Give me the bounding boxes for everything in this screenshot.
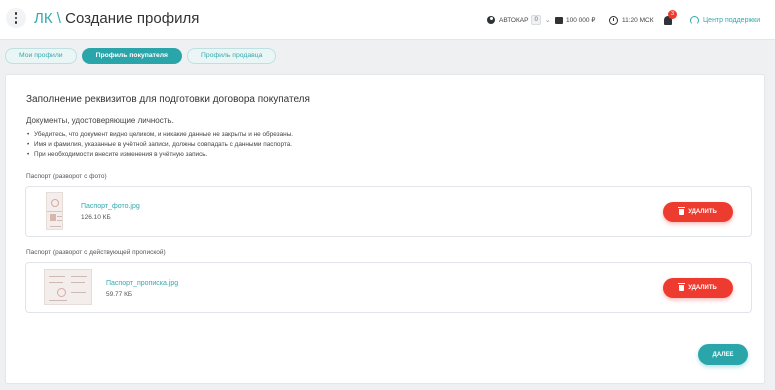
account-badge: 0: [531, 15, 541, 25]
tab-seller-profile[interactable]: Профиль продавца: [187, 48, 277, 64]
breadcrumb-current: Создание профиля: [65, 10, 200, 27]
requirements-list: Убедитесь, что документ видно целиком, и…: [26, 130, 293, 160]
tab-my-profiles[interactable]: Мои профили: [5, 48, 77, 64]
wallet-icon: [555, 16, 563, 24]
breadcrumb-separator: \: [56, 10, 61, 27]
next-button[interactable]: ДАЛЕЕ: [698, 344, 748, 365]
requirement-item: Убедитесь, что документ видно целиком, и…: [26, 130, 293, 140]
requirement-item: Имя и фамилия, указанные в учётной запис…: [26, 140, 293, 150]
delete-button[interactable]: УДАЛИТЬ: [663, 278, 733, 298]
user-icon: [487, 16, 495, 24]
page-title: ЛК \ Создание профиля: [34, 10, 199, 27]
profile-form-card: Заполнение реквизитов для подготовки дог…: [5, 74, 765, 384]
requirement-item: При необходимости внесите изменения в уч…: [26, 150, 293, 160]
trash-icon: [678, 283, 686, 291]
support-label: Центр поддержки: [703, 16, 761, 24]
file-name-link[interactable]: Паспорт_прописка.jpg: [106, 280, 178, 287]
delete-label: УДАЛИТЬ: [688, 209, 717, 215]
delete-label: УДАЛИТЬ: [688, 285, 717, 291]
file-size: 59.77 КБ: [106, 291, 133, 298]
delete-button[interactable]: УДАЛИТЬ: [663, 202, 733, 222]
account-switcher[interactable]: АВТОКАР 0 ⌄: [487, 0, 551, 40]
time-value: 11:20 МСК: [622, 16, 654, 24]
account-name: АВТОКАР: [499, 16, 529, 24]
clock-icon: [609, 15, 618, 25]
passport-photo-file: Паспорт_фото.jpg 126.10 КБ УДАЛИТЬ: [25, 186, 752, 237]
tab-buyer-profile[interactable]: Профиль покупателя: [81, 48, 183, 64]
passport-photo-label: Паспорт (разворот с фото): [26, 173, 107, 180]
headset-icon: [690, 15, 699, 25]
balance[interactable]: 100 000 ₽: [555, 0, 595, 40]
notifications-button[interactable]: [664, 0, 672, 40]
passport-photo-thumbnail[interactable]: [46, 192, 63, 230]
clock: 11:20 МСК: [609, 0, 653, 40]
breadcrumb-lk[interactable]: ЛК: [34, 10, 53, 27]
passport-registration-file: Паспорт_прописка.jpg 59.77 КБ УДАЛИТЬ: [25, 262, 752, 313]
trash-icon: [678, 207, 686, 215]
top-bar: ЛК \ Создание профиля АВТОКАР 0 ⌄ 100 00…: [0, 0, 775, 40]
passport-registration-thumbnail[interactable]: [44, 269, 92, 305]
profile-tabs: Мои профили Профиль покупателя Профиль п…: [5, 48, 277, 64]
chevron-down-icon: ⌄: [544, 17, 551, 24]
form-subtitle: Документы, удостоверяющие личность.: [26, 116, 174, 125]
file-name-link[interactable]: Паспорт_фото.jpg: [81, 203, 140, 210]
support-link[interactable]: Центр поддержки: [690, 0, 760, 40]
passport-registration-label: Паспорт (разворот с действующей прописко…: [26, 249, 166, 256]
notification-badge: 3: [668, 10, 677, 19]
menu-dots-icon[interactable]: [6, 8, 26, 28]
balance-value: 100 000 ₽: [566, 17, 596, 24]
file-size: 126.10 КБ: [81, 214, 111, 221]
form-title: Заполнение реквизитов для подготовки дог…: [26, 94, 310, 105]
